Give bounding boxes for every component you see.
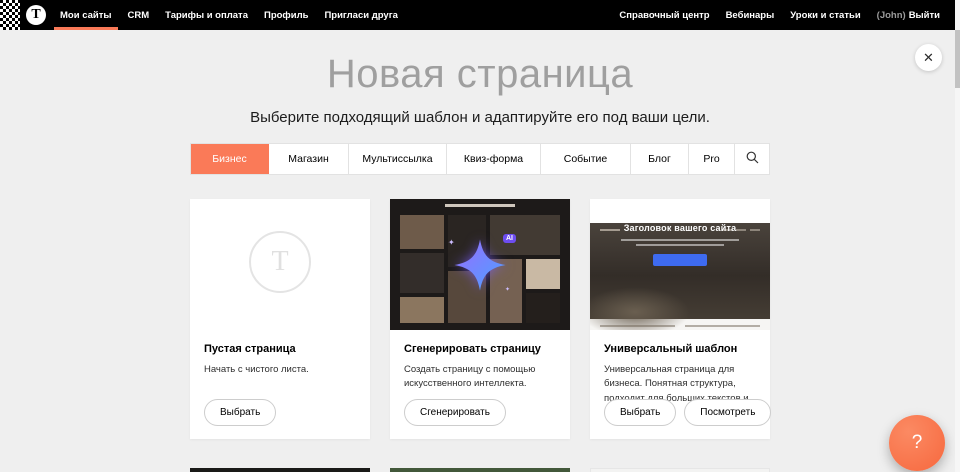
- partial-card-preview[interactable]: [590, 468, 770, 472]
- card-buttons: Сгенерировать: [404, 399, 506, 426]
- tab-multilink[interactable]: Мультиссылка: [349, 144, 447, 174]
- choose-blank-button[interactable]: Выбрать: [204, 399, 276, 426]
- nav-item-logout[interactable]: (John) Выйти: [869, 10, 948, 21]
- tilda-mark-circle: T: [249, 231, 311, 293]
- sparkle-icon: ✦: [448, 239, 455, 247]
- search-icon: [746, 151, 759, 167]
- page-title: Новая страница: [0, 52, 960, 96]
- main-content: Новая страница Выберите подходящий шабло…: [0, 0, 960, 472]
- text-column-placeholder: [685, 325, 760, 330]
- card-description: Начать с чистого листа.: [204, 363, 356, 377]
- tilda-logo[interactable]: T: [26, 5, 46, 25]
- card-body: Пустая страница Начать с чистого листа.: [190, 330, 370, 377]
- card-blank-page: T Пустая страница Начать с чистого листа…: [190, 199, 370, 439]
- nav-item-invite-friend[interactable]: Пригласи друга: [316, 0, 406, 30]
- ai-star-icon: [452, 237, 508, 293]
- scrollbar-track[interactable]: [955, 0, 960, 472]
- template-blue-button: [653, 254, 707, 266]
- choose-template-button[interactable]: Выбрать: [604, 399, 676, 426]
- nav-item-profile[interactable]: Профиль: [256, 0, 316, 30]
- nav-left-menu: Мои сайты CRM Тарифы и оплата Профиль Пр…: [52, 0, 406, 30]
- card-title: Сгенерировать страницу: [404, 343, 556, 355]
- logout-label: Выйти: [909, 10, 940, 21]
- card-description: Создать страницу с помощью искусственног…: [404, 363, 556, 392]
- view-template-button[interactable]: Посмотреть: [684, 399, 771, 426]
- tab-event[interactable]: Событие: [541, 144, 631, 174]
- collage-block: [400, 215, 444, 249]
- card-universal-template: Заголовок вашего сайта Универсальный шаб…: [590, 199, 770, 439]
- blank-page-preview: T: [190, 199, 370, 330]
- page-subtitle: Выберите подходящий шаблон и адаптируйте…: [0, 109, 960, 126]
- ai-badge: AI: [503, 234, 516, 243]
- hero-photo-glow: [590, 287, 690, 330]
- nav-right-menu: Справочный центр Вебинары Уроки и статьи…: [611, 0, 960, 30]
- universal-template-preview: Заголовок вашего сайта: [590, 199, 770, 330]
- nav-item-pricing[interactable]: Тарифы и оплата: [157, 0, 256, 30]
- template-hero: Заголовок вашего сайта: [590, 223, 770, 319]
- card-title: Универсальный шаблон: [604, 343, 756, 355]
- collage-block: [400, 253, 444, 293]
- collage-block: [526, 259, 560, 289]
- nav-item-crm[interactable]: CRM: [120, 0, 158, 30]
- card-buttons: Выбрать Посмотреть: [604, 399, 771, 426]
- tab-blog[interactable]: Блог: [631, 144, 689, 174]
- template-cards-grid: T Пустая страница Начать с чистого листа…: [190, 199, 770, 439]
- nav-item-help-center[interactable]: Справочный центр: [611, 10, 717, 21]
- template-category-tabs: Бизнес Магазин Мультиссылка Квиз-форма С…: [190, 143, 770, 175]
- card-body: Сгенерировать страницу Создать страницу …: [390, 330, 570, 392]
- template-subtext-placeholder: [636, 244, 724, 246]
- help-button[interactable]: ?: [889, 415, 945, 471]
- tab-pro[interactable]: Pro: [689, 144, 735, 174]
- tilda-mark-glyph: T: [271, 246, 288, 278]
- scrollbar-thumb[interactable]: [955, 30, 960, 88]
- top-navbar: T Мои сайты CRM Тарифы и оплата Профиль …: [0, 0, 960, 30]
- partial-card-preview[interactable]: [190, 468, 370, 472]
- tab-store[interactable]: Магазин: [269, 144, 349, 174]
- card-buttons: Выбрать: [204, 399, 276, 426]
- template-subtext-placeholder: [621, 239, 739, 241]
- next-row-partial: [190, 468, 770, 472]
- template-heading: Заголовок вашего сайта: [590, 223, 770, 233]
- ai-star-graphic: ✦ ✦ AI: [452, 237, 508, 293]
- generate-button[interactable]: Сгенерировать: [404, 399, 506, 426]
- collage-block: [526, 293, 560, 323]
- ai-preview: ✦ ✦ AI: [390, 199, 570, 330]
- card-ai-generate: ✦ ✦ AI Сгенерировать страницу Создать ст…: [390, 199, 570, 439]
- nav-item-lessons[interactable]: Уроки и статьи: [782, 10, 868, 21]
- nav-item-webinars[interactable]: Вебинары: [718, 10, 783, 21]
- partial-card-preview[interactable]: [390, 468, 570, 472]
- tab-quiz-form[interactable]: Квиз-форма: [447, 144, 541, 174]
- user-name: (John): [877, 10, 906, 21]
- collage-block: [400, 297, 444, 323]
- tab-business[interactable]: Бизнес: [191, 144, 269, 174]
- tab-search[interactable]: [735, 144, 769, 174]
- card-title: Пустая страница: [204, 343, 356, 355]
- close-button[interactable]: ✕: [915, 44, 942, 71]
- preview-header-placeholder: [445, 204, 515, 207]
- corner-pattern-decoration: [0, 0, 20, 30]
- sparkle-icon: ✦: [505, 287, 510, 293]
- nav-item-my-sites[interactable]: Мои сайты: [52, 0, 120, 30]
